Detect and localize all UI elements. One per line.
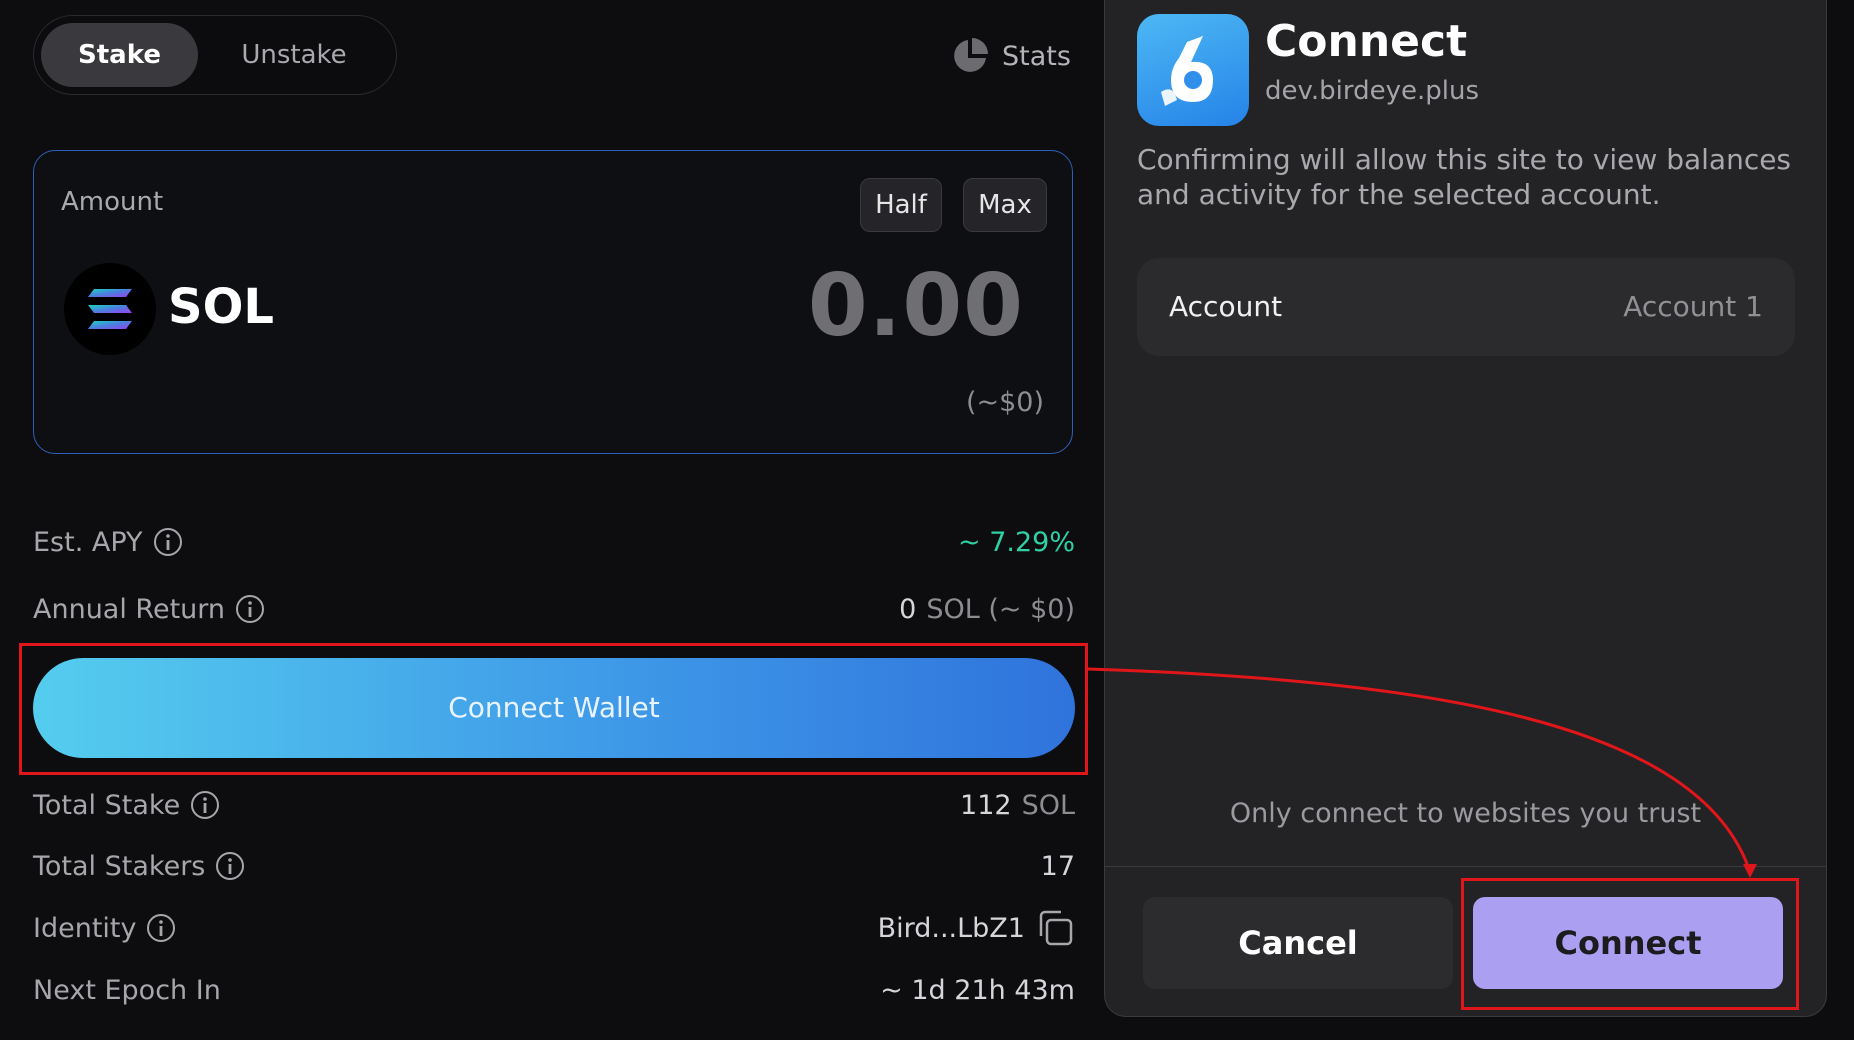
- amount-label: Amount: [61, 187, 164, 217]
- next-epoch-value: ~ 1d 21h 43m: [880, 974, 1075, 1006]
- half-button[interactable]: Half: [860, 178, 942, 232]
- modal-description: Confirming will allow this site to view …: [1137, 143, 1792, 211]
- est-apy-label: Est. APY: [33, 526, 143, 558]
- amount-card: Amount Half Max SOL 0.00 (~$0): [33, 150, 1073, 454]
- account-selector[interactable]: Account Account 1: [1137, 258, 1795, 356]
- highlight-box-connect: [1461, 878, 1799, 1010]
- tab-stake[interactable]: Stake: [41, 23, 198, 87]
- info-icon[interactable]: [190, 790, 220, 820]
- account-value: Account 1: [1623, 290, 1763, 323]
- max-button[interactable]: Max: [963, 178, 1047, 232]
- solana-logo-icon: [64, 263, 156, 355]
- total-stakers-value: 17: [1040, 850, 1075, 882]
- trust-warning: Only connect to websites you trust: [1229, 798, 1702, 829]
- stake-unstake-toggle: Stake Unstake: [33, 15, 397, 95]
- cancel-button[interactable]: Cancel: [1143, 897, 1453, 989]
- token-symbol: SOL: [168, 279, 274, 335]
- copy-icon[interactable]: [1035, 908, 1075, 948]
- total-stake-label: Total Stake: [33, 789, 181, 821]
- identity-label: Identity: [33, 912, 137, 944]
- total-stake-unit: SOL: [1021, 789, 1075, 821]
- birdeye-app-icon: [1137, 14, 1249, 126]
- amount-input[interactable]: 0.00: [808, 256, 1024, 356]
- identity-value: Bird...LbZ1: [877, 912, 1025, 944]
- info-icon[interactable]: [235, 594, 265, 624]
- identity-row: Identity Bird...LbZ1: [33, 908, 1075, 948]
- next-epoch-row: Next Epoch In ~ 1d 21h 43m: [33, 970, 1075, 1010]
- pie-chart-icon: [954, 38, 988, 72]
- est-apy-value: ~ 7.29%: [958, 526, 1075, 558]
- modal-title: Connect: [1265, 16, 1468, 67]
- site-host: dev.birdeye.plus: [1265, 76, 1479, 106]
- annual-return-unit: SOL (~ $0): [926, 593, 1075, 625]
- info-icon[interactable]: [153, 527, 183, 557]
- account-label: Account: [1169, 290, 1283, 323]
- tab-unstake[interactable]: Unstake: [206, 23, 382, 87]
- info-icon[interactable]: [146, 913, 176, 943]
- stats-label: Stats: [1002, 40, 1071, 72]
- total-stakers-label: Total Stakers: [33, 850, 206, 882]
- info-icon[interactable]: [215, 851, 245, 881]
- amount-usd-value: (~$0): [965, 387, 1044, 418]
- annual-return-row: Annual Return 0 SOL (~ $0): [33, 589, 1075, 629]
- annual-return-label: Annual Return: [33, 593, 226, 625]
- total-stake-row: Total Stake 112 SOL: [33, 785, 1075, 825]
- annual-return-amount: 0: [899, 593, 917, 625]
- highlight-box-connect-wallet: [19, 643, 1088, 775]
- next-epoch-label: Next Epoch In: [33, 974, 221, 1006]
- stats-button[interactable]: Stats: [950, 36, 1071, 76]
- connect-modal: Connect dev.birdeye.plus Confirming will…: [1104, 0, 1827, 1017]
- est-apy-row: Est. APY ~ 7.29%: [33, 522, 1075, 562]
- total-stake-amount: 112: [960, 789, 1012, 821]
- total-stakers-row: Total Stakers 17: [33, 846, 1075, 886]
